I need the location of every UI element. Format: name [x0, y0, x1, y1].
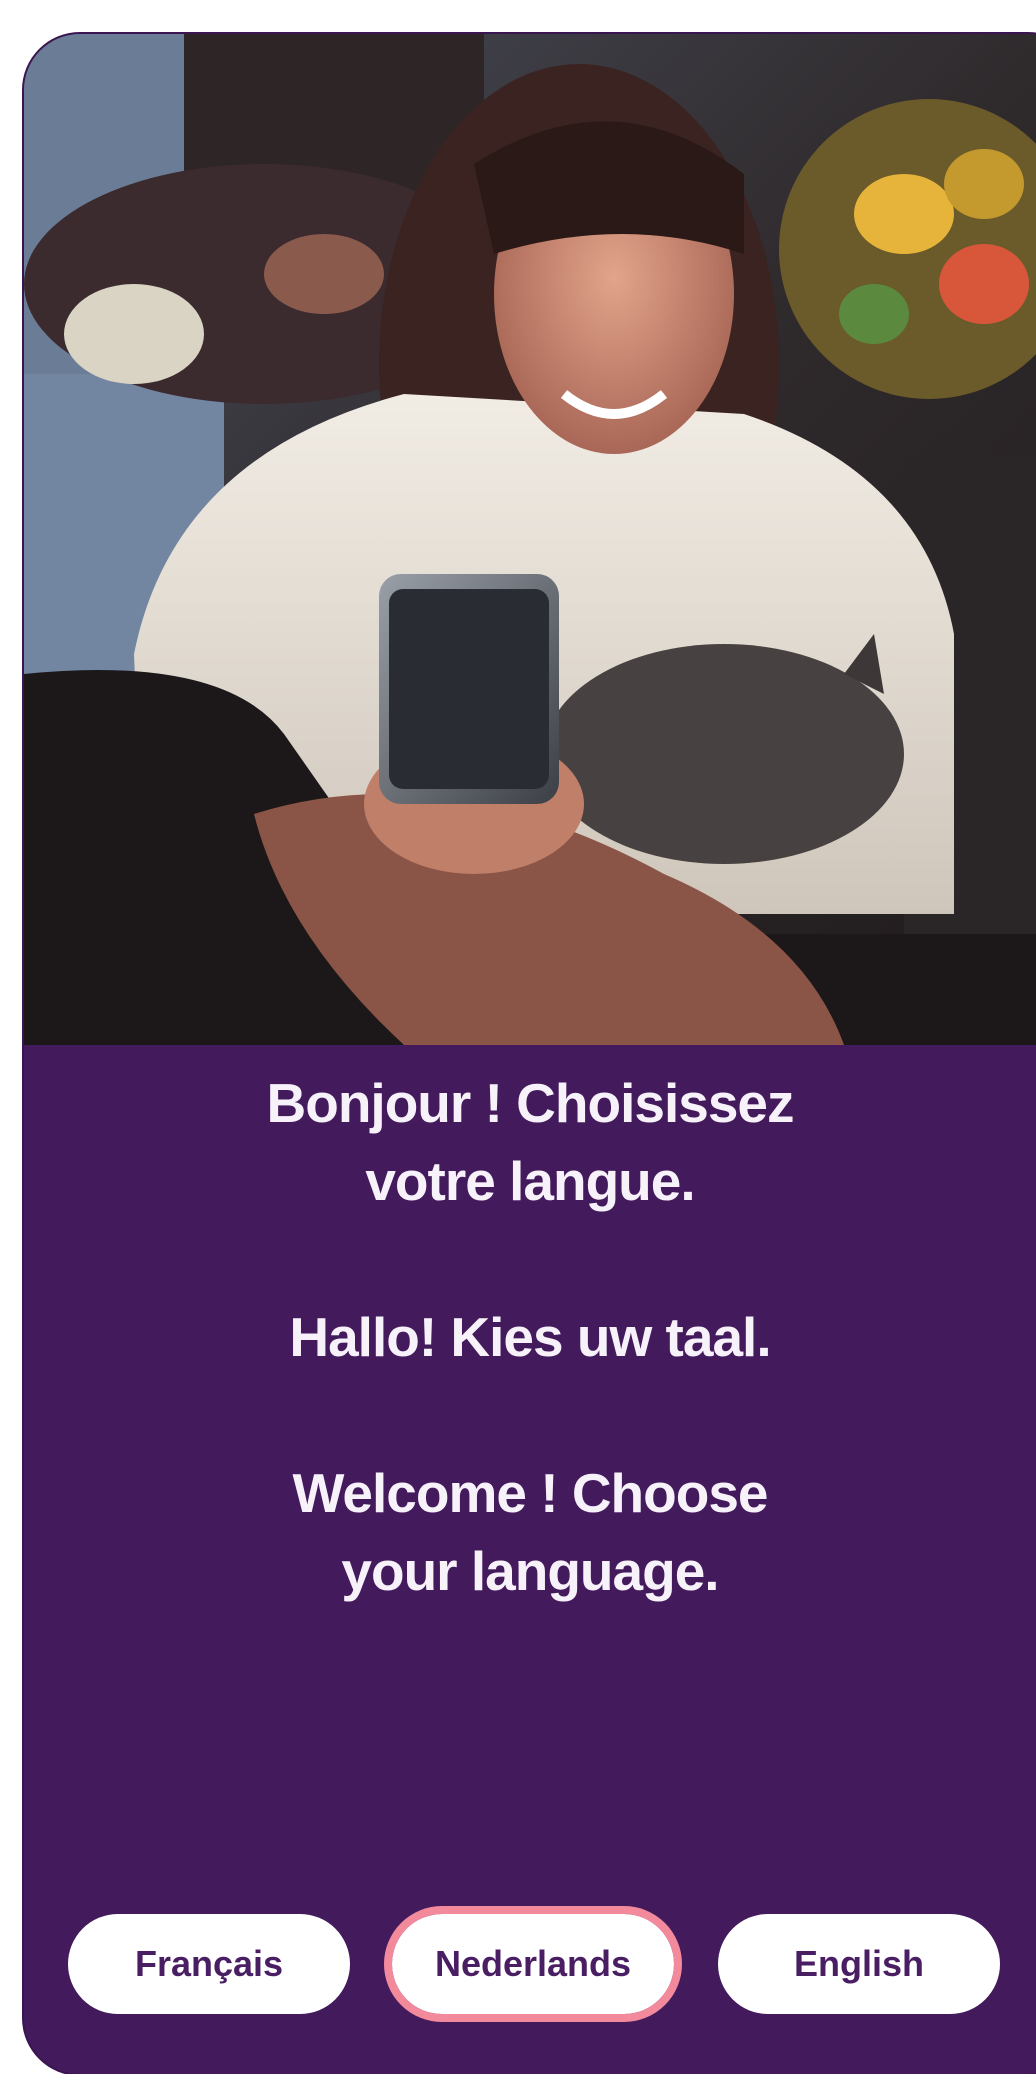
- language-button-english[interactable]: English: [718, 1914, 1000, 2014]
- language-button-dutch[interactable]: Nederlands: [384, 1906, 682, 2022]
- welcome-dutch-text: Hallo! Kies uw taal.: [289, 1306, 771, 1368]
- welcome-english-text: Welcome ! Choose your language.: [292, 1462, 768, 1602]
- hero-photo: [24, 34, 1036, 1045]
- welcome-english: Welcome ! Choose your language.: [24, 1454, 1036, 1610]
- welcome-french-text: Bonjour ! Choisissez votre langue.: [266, 1072, 795, 1212]
- welcome-french: Bonjour ! Choisissez votre langue.: [24, 1064, 1036, 1220]
- welcome-dutch: Hallo! Kies uw taal.: [24, 1298, 1036, 1376]
- app-screen: Bonjour ! Choisissez votre langue. Hallo…: [24, 34, 1036, 2074]
- language-selector: Français Nederlands English: [24, 1906, 1036, 2022]
- welcome-message: Bonjour ! Choisissez votre langue. Hallo…: [24, 1064, 1036, 1610]
- language-button-french[interactable]: Français: [68, 1914, 350, 2014]
